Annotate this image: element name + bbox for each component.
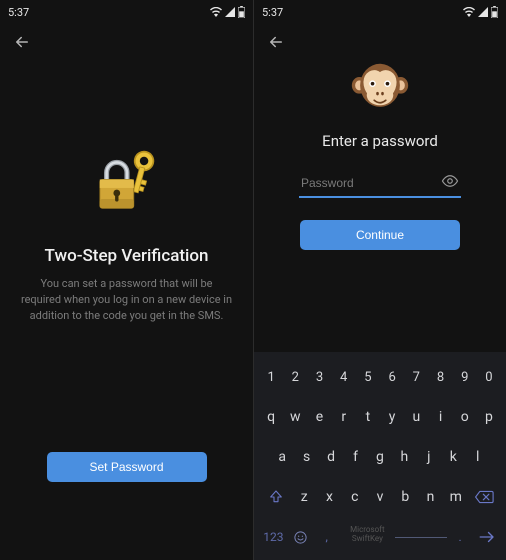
- key-r[interactable]: r: [333, 400, 355, 434]
- arrow-left-icon: [267, 33, 285, 51]
- top-bar: [254, 24, 506, 60]
- key-2[interactable]: 2: [284, 360, 306, 394]
- key-o[interactable]: o: [454, 400, 476, 434]
- continue-button[interactable]: Continue: [300, 220, 460, 250]
- keyboard-brand-label: Microsoft SwiftKey: [340, 525, 395, 543]
- arrow-left-icon: [13, 33, 31, 51]
- page-title: Enter a password: [322, 132, 438, 150]
- keyboard-row-numbers: 1234567890: [257, 360, 503, 394]
- key-e[interactable]: e: [308, 400, 330, 434]
- key-z[interactable]: z: [293, 480, 316, 514]
- status-bar: 5:37: [254, 0, 506, 24]
- screen-two-step-intro: 5:37: [0, 0, 253, 560]
- key-6[interactable]: 6: [381, 360, 403, 394]
- lock-key-icon: [93, 150, 161, 218]
- key-3[interactable]: 3: [308, 360, 330, 394]
- key-a[interactable]: a: [271, 440, 293, 474]
- space-key[interactable]: Microsoft SwiftKey: [340, 520, 447, 554]
- key-j[interactable]: j: [418, 440, 440, 474]
- backspace-key[interactable]: [467, 480, 500, 514]
- monkey-icon: [351, 60, 409, 118]
- shift-icon: [268, 489, 284, 505]
- screen-enter-password: 5:37: [253, 0, 506, 560]
- wifi-icon: [463, 7, 475, 17]
- back-button[interactable]: [10, 30, 34, 54]
- key-1[interactable]: 1: [260, 360, 282, 394]
- back-button[interactable]: [264, 30, 288, 54]
- password-input[interactable]: [299, 170, 461, 198]
- status-icons: [463, 6, 498, 18]
- key-x[interactable]: x: [318, 480, 341, 514]
- key-g[interactable]: g: [369, 440, 391, 474]
- key-9[interactable]: 9: [454, 360, 476, 394]
- key-v[interactable]: v: [368, 480, 391, 514]
- shift-key[interactable]: [260, 480, 293, 514]
- key-s[interactable]: s: [295, 440, 317, 474]
- status-time: 5:37: [8, 6, 29, 19]
- symbols-key[interactable]: 123: [260, 520, 287, 554]
- key-w[interactable]: w: [284, 400, 306, 434]
- page-description: You can set a password that will be requ…: [20, 276, 233, 324]
- status-time: 5:37: [262, 6, 283, 19]
- key-k[interactable]: k: [442, 440, 464, 474]
- arrow-right-icon: [478, 530, 496, 544]
- key-f[interactable]: f: [344, 440, 366, 474]
- key-y[interactable]: y: [381, 400, 403, 434]
- key-m[interactable]: m: [444, 480, 467, 514]
- soft-keyboard: 1234567890 qwertyuiop asdfghjkl zxcvbnm …: [254, 352, 506, 560]
- key-n[interactable]: n: [419, 480, 442, 514]
- emoji-key[interactable]: [287, 520, 314, 554]
- keyboard-row-bottom: 123 , Microsoft SwiftKey .: [257, 520, 503, 554]
- signal-icon: [478, 7, 488, 17]
- key-5[interactable]: 5: [357, 360, 379, 394]
- backspace-icon: [474, 490, 494, 504]
- key-c[interactable]: c: [343, 480, 366, 514]
- enter-key[interactable]: [473, 520, 500, 554]
- comma-key[interactable]: ,: [313, 520, 340, 554]
- top-bar: [0, 24, 253, 60]
- key-i[interactable]: i: [429, 400, 451, 434]
- key-8[interactable]: 8: [429, 360, 451, 394]
- keyboard-row-2: asdfghjkl: [257, 440, 503, 474]
- wifi-icon: [210, 7, 222, 17]
- toggle-visibility-button[interactable]: [441, 172, 459, 194]
- status-bar: 5:37: [0, 0, 253, 24]
- key-d[interactable]: d: [320, 440, 342, 474]
- key-q[interactable]: q: [260, 400, 282, 434]
- key-u[interactable]: u: [405, 400, 427, 434]
- keyboard-row-3: zxcvbnm: [257, 480, 503, 514]
- signal-icon: [225, 7, 235, 17]
- key-7[interactable]: 7: [405, 360, 427, 394]
- battery-icon: [238, 6, 245, 18]
- status-icons: [210, 6, 245, 18]
- key-t[interactable]: t: [357, 400, 379, 434]
- battery-icon: [491, 6, 498, 18]
- key-b[interactable]: b: [394, 480, 417, 514]
- key-h[interactable]: h: [393, 440, 415, 474]
- eye-icon: [441, 172, 459, 190]
- smile-icon: [293, 530, 308, 545]
- period-key[interactable]: .: [447, 520, 474, 554]
- key-0[interactable]: 0: [478, 360, 500, 394]
- key-4[interactable]: 4: [333, 360, 355, 394]
- key-l[interactable]: l: [467, 440, 489, 474]
- keyboard-row-1: qwertyuiop: [257, 400, 503, 434]
- key-p[interactable]: p: [478, 400, 500, 434]
- page-title: Two-Step Verification: [45, 246, 209, 266]
- set-password-button[interactable]: Set Password: [47, 452, 207, 482]
